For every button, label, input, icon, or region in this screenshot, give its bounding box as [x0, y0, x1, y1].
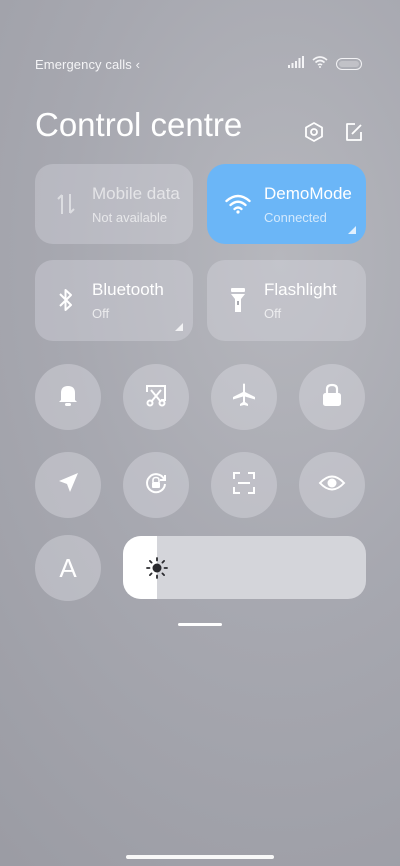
- scan-frame-icon: [231, 470, 257, 501]
- tile-wifi[interactable]: DemoMode Connected: [207, 164, 366, 244]
- airplane-icon: [231, 382, 257, 413]
- tile-status: Off: [264, 306, 282, 321]
- tile-flashlight[interactable]: Flashlight Off: [207, 260, 366, 341]
- screenshot-scissors-icon: [143, 382, 169, 413]
- tile-label: Bluetooth: [92, 280, 164, 299]
- drag-handle[interactable]: [178, 623, 222, 626]
- sun-icon: [145, 556, 169, 580]
- toggle-location[interactable]: [35, 452, 101, 518]
- tile-status: Connected: [264, 210, 327, 225]
- location-arrow-icon: [56, 471, 80, 500]
- signal-bars-icon: [288, 55, 304, 73]
- tile-status: Off: [92, 306, 110, 321]
- toggle-screenshot[interactable]: [123, 364, 189, 430]
- tile-label: Flashlight: [264, 280, 337, 299]
- toggle-silent[interactable]: [35, 364, 101, 430]
- wifi-icon: [312, 55, 328, 73]
- toggle-airplane[interactable]: [211, 364, 277, 430]
- wifi-icon: [225, 186, 251, 222]
- rotation-lock-icon: [143, 470, 169, 501]
- tile-label: Mobile data: [92, 184, 180, 203]
- carrier-text: Emergency calls ‹: [35, 56, 141, 72]
- toggle-lock[interactable]: [299, 364, 365, 430]
- expand-corner-icon: [175, 323, 183, 331]
- eye-icon: [318, 473, 346, 498]
- edit-icon[interactable]: [342, 120, 366, 144]
- lock-icon: [321, 382, 343, 413]
- battery-icon: [336, 58, 362, 70]
- status-bar: Emergency calls ‹: [35, 55, 362, 73]
- tile-bluetooth[interactable]: Bluetooth Off: [35, 260, 193, 341]
- home-indicator[interactable]: [126, 855, 274, 859]
- toggle-scanner[interactable]: [211, 452, 277, 518]
- bell-icon: [56, 382, 80, 413]
- tile-label: DemoMode: [264, 184, 352, 203]
- tile-mobile-data[interactable]: Mobile data Not available: [35, 164, 193, 244]
- bluetooth-icon: [53, 282, 79, 318]
- mobile-data-arrows-icon: [53, 186, 79, 222]
- brightness-slider[interactable]: [123, 536, 366, 599]
- status-icons: [288, 55, 362, 73]
- toggle-rotation-lock[interactable]: [123, 452, 189, 518]
- tile-status: Not available: [92, 210, 168, 225]
- toggle-auto-brightness[interactable]: A: [35, 535, 101, 601]
- page-title: Control centre: [35, 106, 243, 143]
- settings-hexagon-icon[interactable]: [302, 120, 326, 144]
- flashlight-icon: [225, 282, 251, 318]
- toggle-reading-mode[interactable]: [299, 452, 365, 518]
- header-actions: [302, 120, 366, 144]
- auto-brightness-letter: A: [59, 552, 77, 583]
- expand-corner-icon: [348, 226, 356, 234]
